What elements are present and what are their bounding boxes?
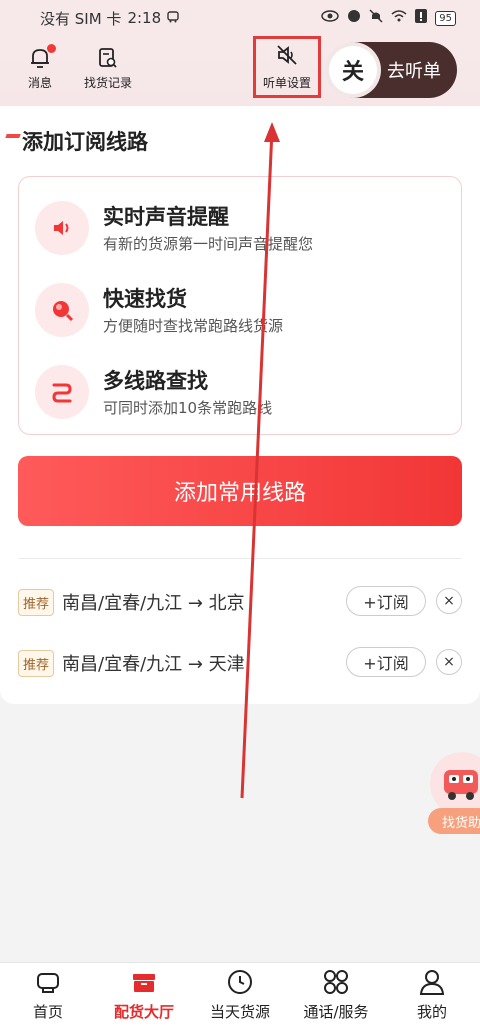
feature-item: 多线路查找 可同时添加10条常跑路线	[35, 361, 435, 431]
cargo-records-button[interactable]: 找货记录	[84, 46, 132, 91]
close-icon[interactable]: ×	[436, 649, 462, 675]
unread-dot	[47, 44, 56, 53]
feature-subtitle: 可同时添加10条常跑路线	[103, 399, 273, 417]
top-nav: 消息 找货记录 听单设置 关 去听单	[0, 36, 480, 106]
tab-today-cargo[interactable]: 当天货源	[192, 967, 288, 1022]
tab-cargo-hall[interactable]: 配货大厅	[96, 967, 192, 1022]
alert-icon	[415, 9, 428, 27]
listen-settings-button[interactable]: 听单设置	[253, 36, 321, 98]
recommend-tag: 推荐	[18, 588, 55, 616]
messages-button[interactable]: 消息	[28, 44, 56, 91]
bus-icon	[167, 9, 179, 27]
carrier-text: 没有 SIM 卡	[40, 9, 122, 28]
recommend-tag: 推荐	[18, 649, 55, 677]
truck-icon	[430, 752, 480, 816]
bell-icon	[28, 44, 56, 70]
time-text: 2:18	[127, 9, 162, 27]
feature-title: 多线路查找	[103, 369, 208, 393]
tab-label: 我的	[416, 1003, 447, 1021]
tab-label: 当天货源	[209, 1003, 270, 1021]
toggle-state: 关	[329, 46, 377, 94]
feature-item: 实时声音提醒 有新的货源第一时间声音提醒您	[35, 197, 435, 267]
section-title: 添加订阅线路	[22, 130, 148, 154]
messages-label: 消息	[28, 76, 53, 90]
eye-icon	[321, 10, 340, 26]
route-item: 推荐 南昌/宜春/九江 → 天津 +订阅 ×	[18, 645, 464, 681]
speaker-mute-icon	[275, 43, 299, 70]
grid-icon	[321, 967, 351, 997]
route-path: 南昌/宜春/九江 → 北京	[62, 593, 245, 614]
record-search-icon	[96, 46, 120, 70]
route-item: 推荐 南昌/宜春/九江 → 北京 +订阅 ×	[18, 584, 464, 620]
subscribe-button[interactable]: +订阅	[346, 586, 426, 616]
close-icon[interactable]: ×	[436, 588, 462, 614]
tab-label: 通话/服务	[303, 1003, 369, 1021]
feature-item: 快速找货 方便随时查找常跑路线货源	[35, 279, 435, 349]
alarm-icon	[347, 9, 361, 27]
route-path: 南昌/宜春/九江 → 天津	[62, 654, 245, 675]
toggle-label: 去听单	[387, 61, 441, 82]
speaker-icon	[35, 201, 89, 255]
search-icon	[35, 283, 89, 337]
divider	[18, 558, 462, 559]
route-icon	[35, 365, 89, 419]
cargo-records-label: 找货记录	[84, 76, 133, 90]
listen-toggle[interactable]: 关 去听单	[327, 42, 457, 98]
feature-subtitle: 方便随时查找常跑路线货源	[103, 317, 284, 335]
mute-icon	[369, 9, 383, 27]
feature-title: 实时声音提醒	[103, 205, 229, 229]
tab-call-service[interactable]: 通话/服务	[288, 967, 384, 1022]
status-bar: 没有 SIM 卡 2:18 95	[0, 0, 480, 36]
subscribe-card: 添加订阅线路 实时声音提醒 有新的货源第一时间声音提醒您 快速找货 方便随时查找…	[0, 106, 480, 704]
cargo-helper-float-button[interactable]: 找货助	[428, 752, 480, 834]
clock-icon	[225, 967, 255, 997]
wifi-icon	[391, 10, 407, 26]
tab-mine[interactable]: 我的	[384, 967, 480, 1022]
add-route-button[interactable]: 添加常用线路	[18, 456, 462, 526]
user-icon	[417, 967, 447, 997]
feature-subtitle: 有新的货源第一时间声音提醒您	[103, 235, 314, 253]
battery-indicator: 95	[435, 10, 456, 26]
cargo-hall-icon	[129, 967, 159, 997]
tab-home[interactable]: 首页	[0, 967, 96, 1022]
subscribe-button[interactable]: +订阅	[346, 647, 426, 677]
feature-list: 实时声音提醒 有新的货源第一时间声音提醒您 快速找货 方便随时查找常跑路线货源 …	[18, 176, 462, 435]
feature-title: 快速找货	[103, 287, 187, 311]
listen-settings-label: 听单设置	[262, 76, 311, 90]
home-icon	[33, 967, 63, 997]
tab-label: 配货大厅	[113, 1003, 174, 1021]
cargo-helper-label: 找货助	[428, 808, 480, 834]
tab-label: 首页	[32, 1003, 63, 1021]
bottom-tab-bar: 首页 配货大厅 当天货源 通话/服务 我的	[0, 962, 480, 1027]
title-decoration	[5, 134, 21, 138]
